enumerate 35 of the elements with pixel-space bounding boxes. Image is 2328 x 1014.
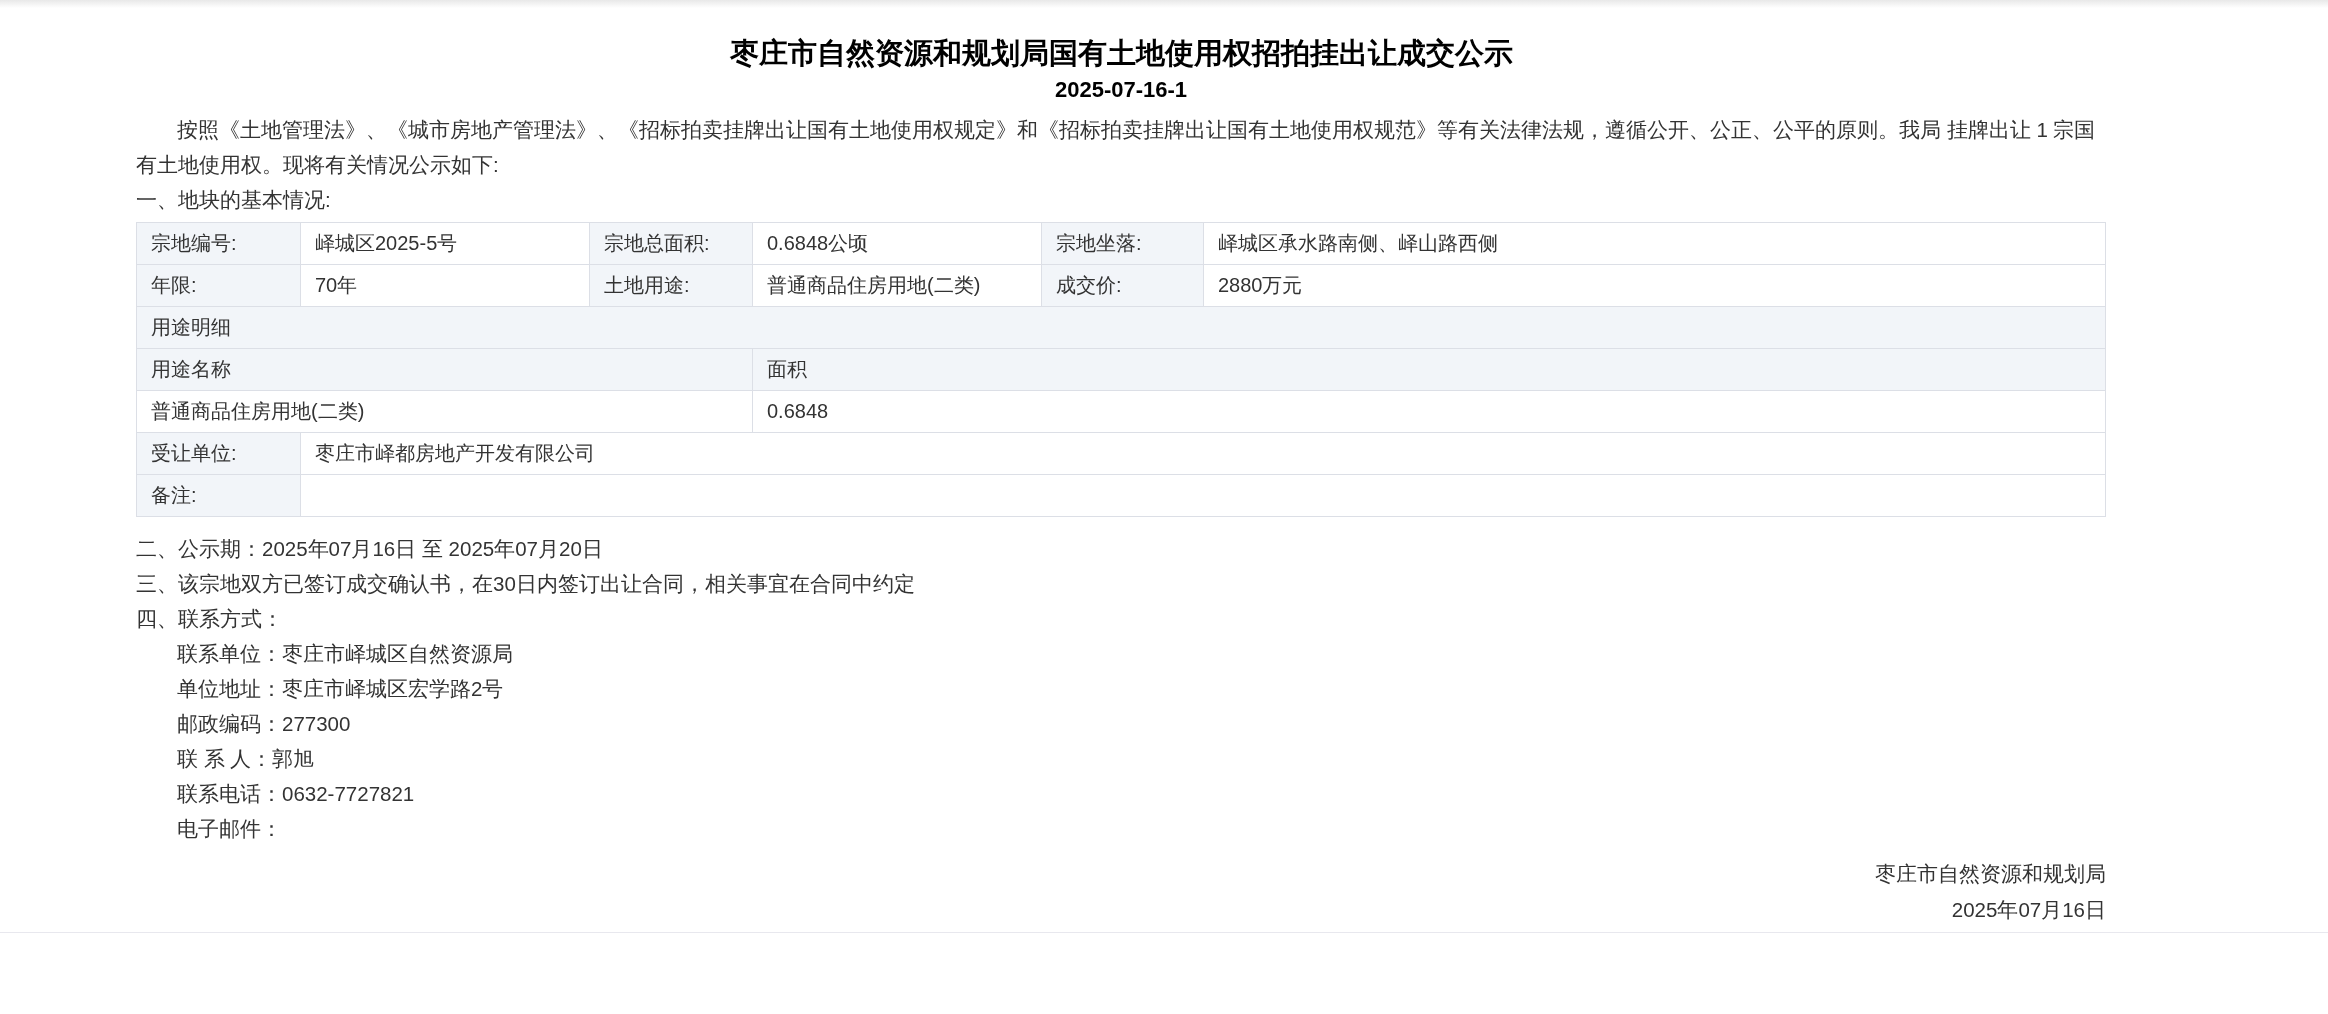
section-text: 三、该宗地双方已签订成交确认书，在30日内签订出让合同，相关事宜在合同中约定 — [136, 571, 916, 597]
issue-date: 2025年07月16日 — [1951, 897, 2106, 923]
section-text: 四、联系方式： — [136, 606, 284, 632]
field-value: 70年 — [300, 264, 590, 307]
contact-line: 电子邮件： — [177, 817, 282, 840]
notice-number: 2025-07-16-1 — [1053, 76, 1189, 104]
field-value: 2880万元 — [1203, 264, 2106, 307]
column-header: 用途名称 — [136, 348, 753, 391]
field-label: 受让单位: — [136, 432, 301, 475]
section-text: 二、公示期：2025年07月16日 至 2025年07月20日 — [136, 536, 604, 562]
contact-line: 联系电话：0632-7727821 — [177, 782, 415, 805]
notice-title: 枣庄市自然资源和规划局国有土地使用权招拍挂出让成交公示 — [728, 36, 1514, 71]
field-label: 宗地总面积: — [589, 222, 753, 265]
field-label: 年限: — [136, 264, 301, 307]
field-label: 成交价: — [1041, 264, 1204, 307]
table-cell: 普通商品住房用地(二类) — [136, 390, 753, 433]
column-header: 面积 — [752, 348, 2106, 391]
contact-line: 邮政编码：277300 — [177, 712, 351, 735]
table-cell: 0.6848 — [752, 390, 2106, 433]
section-heading: 用途明细 — [136, 306, 2106, 349]
field-label: 宗地编号: — [136, 222, 301, 265]
contact-line: 单位地址：枣庄市峄城区宏学路2号 — [177, 677, 504, 700]
field-value: 峄城区承水路南侧、峄山路西侧 — [1203, 222, 2106, 265]
field-value: 0.6848公顷 — [752, 222, 1042, 265]
issuer-name: 枣庄市自然资源和规划局 — [1875, 861, 2106, 887]
contact-line: 联系单位：枣庄市峄城区自然资源局 — [177, 642, 513, 665]
field-label: 宗地坐落: — [1041, 222, 1204, 265]
field-value: 普通商品住房用地(二类) — [752, 264, 1042, 307]
intro-paragraph: 按照《土地管理法》、《城市房地产管理法》、《招标拍卖挂牌出让国有土地使用权规定》和《招标拍卖挂牌出让国有土地使用权规范》等有关法律法规，遵循公开、公正、公平的原则。我局 挂牌出让 1 宗国有土地使用权。现将有关情况公示如下: — [136, 117, 2097, 178]
field-label: 备注: — [136, 474, 301, 517]
field-value: 峄城区2025-5号 — [300, 222, 590, 265]
field-label: 土地用途: — [589, 264, 753, 307]
contact-line: 联 系 人：郭旭 — [177, 747, 315, 770]
section-heading: 一、地块的基本情况: — [136, 187, 332, 213]
field-value: 枣庄市峄都房地产开发有限公司 — [300, 432, 2106, 475]
